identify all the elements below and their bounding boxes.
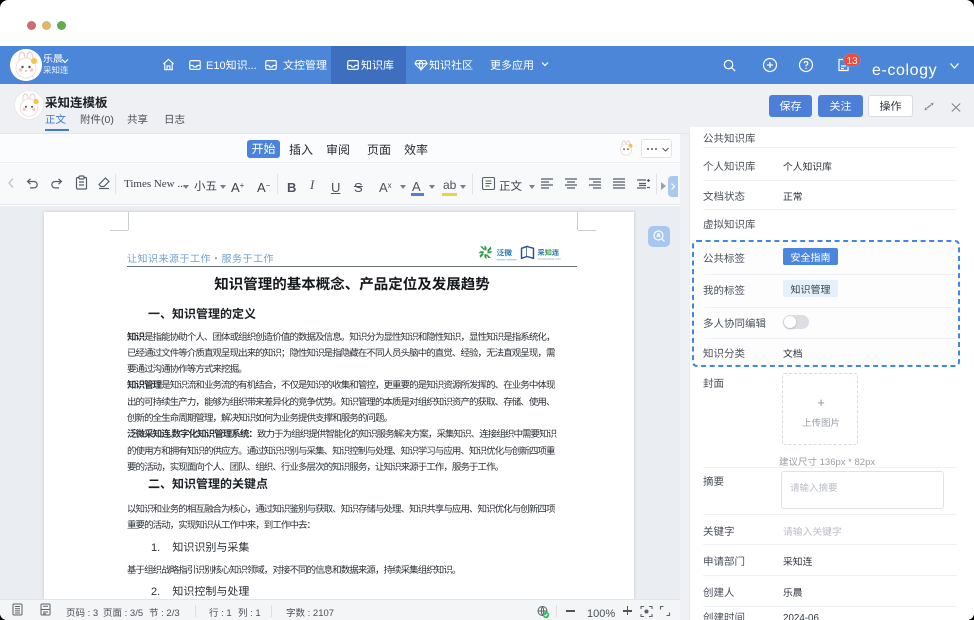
svg-text:weaver software: weaver software <box>497 258 518 262</box>
svg-text:KNOWLEDGE LINK: KNOWLEDGE LINK <box>538 257 562 261</box>
